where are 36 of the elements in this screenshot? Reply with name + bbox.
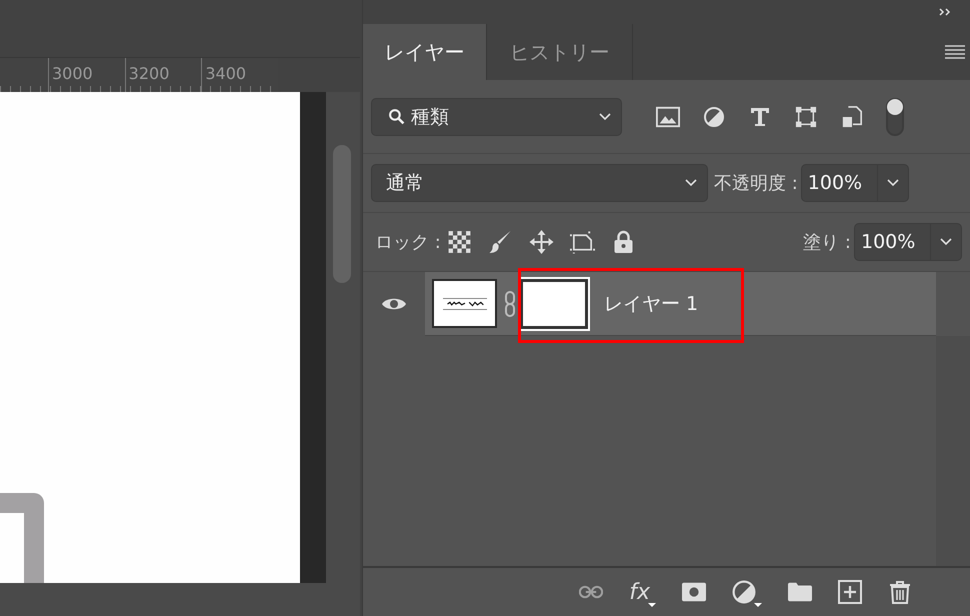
filter-toggle[interactable] [886,98,904,136]
chain-icon[interactable] [504,290,516,316]
fill-label: 塗り : [803,231,851,254]
lock-label: ロック : [375,231,441,254]
opacity-label: 不透明度 : [714,172,798,195]
chevron-down-icon[interactable] [886,179,899,187]
type-filter-icon[interactable] [748,106,772,128]
image-filter-icon[interactable] [656,106,680,128]
opacity-field[interactable]: 100% [800,164,909,202]
horizontal-scrollbar[interactable] [0,583,360,616]
new-layer-icon[interactable] [838,577,862,607]
layer-item[interactable]: レイヤー 1 [425,272,936,336]
collapse-icon[interactable] [938,7,952,17]
scrollbar-track[interactable] [936,336,970,566]
chevron-down-icon[interactable] [940,238,952,246]
layer-name: レイヤー 1 [604,292,698,316]
smart-object-filter-icon[interactable] [840,106,864,128]
panel-tab[interactable]: レイヤー [363,24,487,80]
filter-dropdown[interactable]: 種類 [371,98,622,136]
layer-mask-thumbnail[interactable] [520,278,588,328]
move-icon[interactable] [528,230,554,254]
fx-button[interactable]: fx [629,577,656,607]
blend-mode-dropdown[interactable]: 通常 [371,164,708,202]
transparency-lock-icon[interactable] [446,230,472,254]
scrollbar-thumb[interactable] [333,145,351,283]
chevron-down-icon [685,179,697,187]
artboard-lock-icon[interactable] [570,230,595,254]
chevron-down-icon [599,112,611,120]
layer-thumbnail [432,279,497,328]
fill-field[interactable]: 100% [854,223,962,261]
search-icon [388,108,405,125]
eye-icon[interactable] [381,296,407,312]
brush-icon[interactable] [488,230,513,254]
adjustment-filter-icon[interactable] [702,106,726,128]
menu-icon[interactable] [945,45,965,59]
shape-filter-icon[interactable] [794,106,818,128]
